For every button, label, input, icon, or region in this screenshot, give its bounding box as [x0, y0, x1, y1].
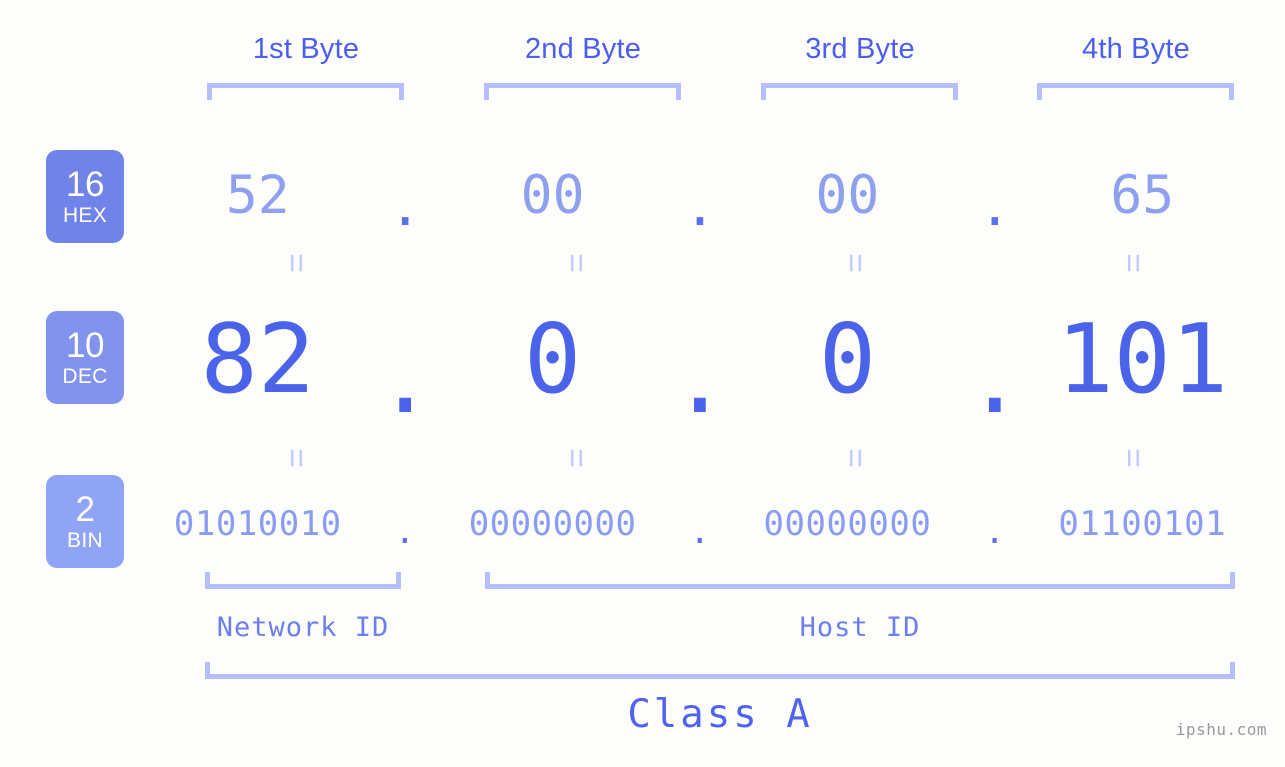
base-badge-bin-number: 2 [75, 490, 95, 529]
equals-mark-hex-dec-3: = [835, 253, 874, 271]
byte-bracket-4 [1037, 83, 1234, 100]
host-id-bracket [485, 572, 1235, 589]
byte-header-2: 2nd Byte [524, 33, 642, 65]
hex-octet-3: 00 [815, 164, 880, 226]
dec-octet-2: 0 [523, 305, 582, 415]
dec-separator-2: . [671, 325, 729, 435]
base-badge-bin-unit: BIN [67, 529, 103, 552]
base-badge-hex-number: 16 [66, 165, 104, 204]
class-label: Class A [627, 692, 813, 737]
site-watermark: ipshu.com [1175, 720, 1267, 739]
host-id-label: Host ID [799, 612, 921, 643]
bin-separator-3: . [984, 512, 1006, 552]
base-badge-dec: 10 DEC [46, 311, 124, 404]
byte-bracket-2 [484, 83, 681, 100]
bin-value-row: 01010010 . 00000000 . 00000000 . 0110010… [150, 498, 1250, 552]
network-id-bracket [205, 572, 401, 589]
base-badge-hex-unit: HEX [62, 204, 108, 227]
hex-separator-2: . [684, 176, 716, 238]
byte-header-1: 1st Byte [252, 33, 360, 65]
dec-octet-3: 0 [818, 305, 877, 415]
byte-bracket-3 [761, 83, 958, 100]
equals-mark-dec-bin-4: = [1113, 448, 1152, 466]
equals-mark-hex-dec-4: = [1113, 253, 1152, 271]
hex-octet-4: 65 [1110, 164, 1175, 226]
hex-separator-3: . [978, 176, 1011, 238]
equals-mark-hex-dec-2: = [556, 253, 595, 271]
dec-separator-3: . [966, 325, 1024, 435]
byte-header-3: 3rd Byte [805, 33, 915, 65]
equals-mark-dec-bin-1: = [276, 448, 315, 466]
hex-octet-2: 00 [520, 164, 585, 226]
hex-separator-1: . [389, 176, 422, 238]
bin-octet-1: 01010010 [173, 504, 342, 544]
hex-octet-1: 52 [225, 164, 290, 226]
base-badge-hex: 16 HEX [46, 150, 124, 243]
base-badge-bin: 2 BIN [46, 475, 124, 568]
equals-mark-hex-dec-1: = [276, 253, 315, 271]
hex-value-row: 52 . 00 . 00 . 65 [150, 155, 1250, 238]
equals-mark-dec-bin-3: = [835, 448, 874, 466]
byte-header-4: 4th Byte [1082, 33, 1190, 65]
dec-value-row: 82 . 0 . 0 . 101 [150, 300, 1250, 435]
ip-breakdown-diagram: 1st Byte 2nd Byte 3rd Byte 4th Byte 16 H… [0, 0, 1285, 767]
network-id-label: Network ID [216, 612, 390, 643]
dec-separator-1: . [376, 325, 434, 435]
byte-bracket-1 [207, 83, 404, 100]
dec-octet-4: 101 [1056, 305, 1229, 415]
bin-separator-1: . [394, 512, 416, 552]
dec-octet-1: 82 [200, 305, 315, 415]
bin-octet-4: 01100101 [1058, 504, 1227, 544]
bin-separator-2: . [689, 512, 711, 552]
class-bracket [205, 662, 1235, 679]
base-badge-dec-unit: DEC [62, 365, 108, 388]
bin-octet-2: 00000000 [468, 504, 637, 544]
base-badge-dec-number: 10 [66, 326, 104, 365]
bin-octet-3: 00000000 [763, 504, 932, 544]
equals-mark-dec-bin-2: = [556, 448, 595, 466]
